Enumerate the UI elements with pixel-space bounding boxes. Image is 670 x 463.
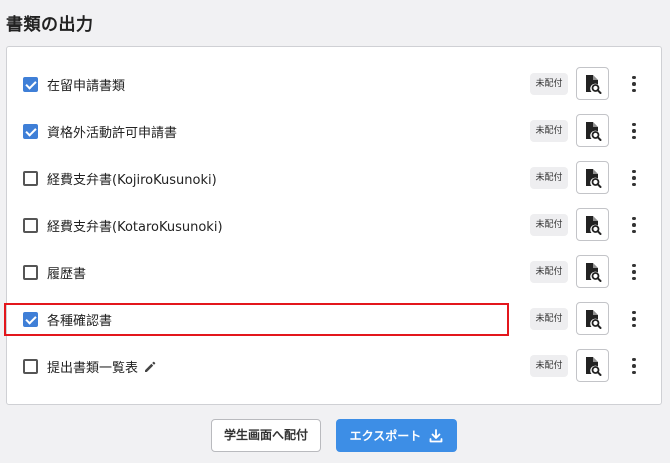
document-row: 提出書類一覧表 未配付 — [7, 346, 661, 386]
document-search-icon — [585, 262, 601, 282]
document-search-icon — [585, 309, 601, 329]
status-badge: 未配付 — [530, 73, 568, 95]
document-row: 経費支弁書(KotaroKusunoki) 未配付 — [7, 205, 661, 245]
status-badge: 未配付 — [530, 308, 568, 330]
status-badge: 未配付 — [530, 167, 568, 189]
preview-button[interactable] — [576, 114, 609, 147]
document-list: 在留申請書類 未配付 資格外活動許可申請書 未配付 経費支弁書(KojiroKu… — [6, 46, 662, 405]
page-title: 書類の出力 — [6, 15, 94, 35]
document-checkbox[interactable] — [23, 265, 38, 280]
document-row: 在留申請書類 未配付 — [7, 64, 661, 104]
document-label-text: 提出書類一覧表 — [47, 361, 139, 376]
more-vertical-icon[interactable] — [627, 119, 641, 143]
document-checkbox[interactable] — [23, 77, 38, 92]
pencil-icon[interactable] — [144, 361, 156, 377]
document-search-icon — [585, 168, 601, 188]
more-vertical-icon[interactable] — [627, 354, 641, 378]
document-label: 提出書類一覧表 — [47, 357, 156, 377]
more-vertical-icon[interactable] — [627, 260, 641, 284]
status-badge: 未配付 — [530, 355, 568, 377]
document-checkbox[interactable] — [23, 171, 38, 186]
status-badge: 未配付 — [530, 214, 568, 236]
export-button[interactable]: エクスポート — [336, 419, 457, 452]
preview-button[interactable] — [576, 349, 609, 382]
document-label: 経費支弁書(KojiroKusunoki) — [47, 173, 217, 188]
deliver-to-student-button[interactable]: 学生画面へ配付 — [211, 419, 321, 452]
document-search-icon — [585, 121, 601, 141]
preview-button[interactable] — [576, 67, 609, 100]
preview-button[interactable] — [576, 302, 609, 335]
download-icon — [429, 428, 443, 442]
preview-button[interactable] — [576, 255, 609, 288]
document-search-icon — [585, 74, 601, 94]
more-vertical-icon[interactable] — [627, 213, 641, 237]
document-label: 資格外活動許可申請書 — [47, 126, 178, 141]
document-row: 資格外活動許可申請書 未配付 — [7, 111, 661, 151]
document-label: 在留申請書類 — [47, 79, 126, 94]
document-label: 経費支弁書(KotaroKusunoki) — [47, 220, 223, 235]
document-checkbox[interactable] — [23, 218, 38, 233]
more-vertical-icon[interactable] — [627, 166, 641, 190]
document-search-icon — [585, 215, 601, 235]
document-checkbox[interactable] — [23, 124, 38, 139]
more-vertical-icon[interactable] — [627, 307, 641, 331]
status-badge: 未配付 — [530, 261, 568, 283]
document-checkbox[interactable] — [23, 359, 38, 374]
preview-button[interactable] — [576, 208, 609, 241]
preview-button[interactable] — [576, 161, 609, 194]
highlight-box — [4, 303, 509, 336]
status-badge: 未配付 — [530, 120, 568, 142]
document-search-icon — [585, 356, 601, 376]
document-row: 履歴書 未配付 — [7, 252, 661, 292]
document-row: 経費支弁書(KojiroKusunoki) 未配付 — [7, 158, 661, 198]
document-label: 履歴書 — [47, 267, 87, 282]
more-vertical-icon[interactable] — [627, 72, 641, 96]
export-button-label: エクスポート — [349, 429, 422, 443]
